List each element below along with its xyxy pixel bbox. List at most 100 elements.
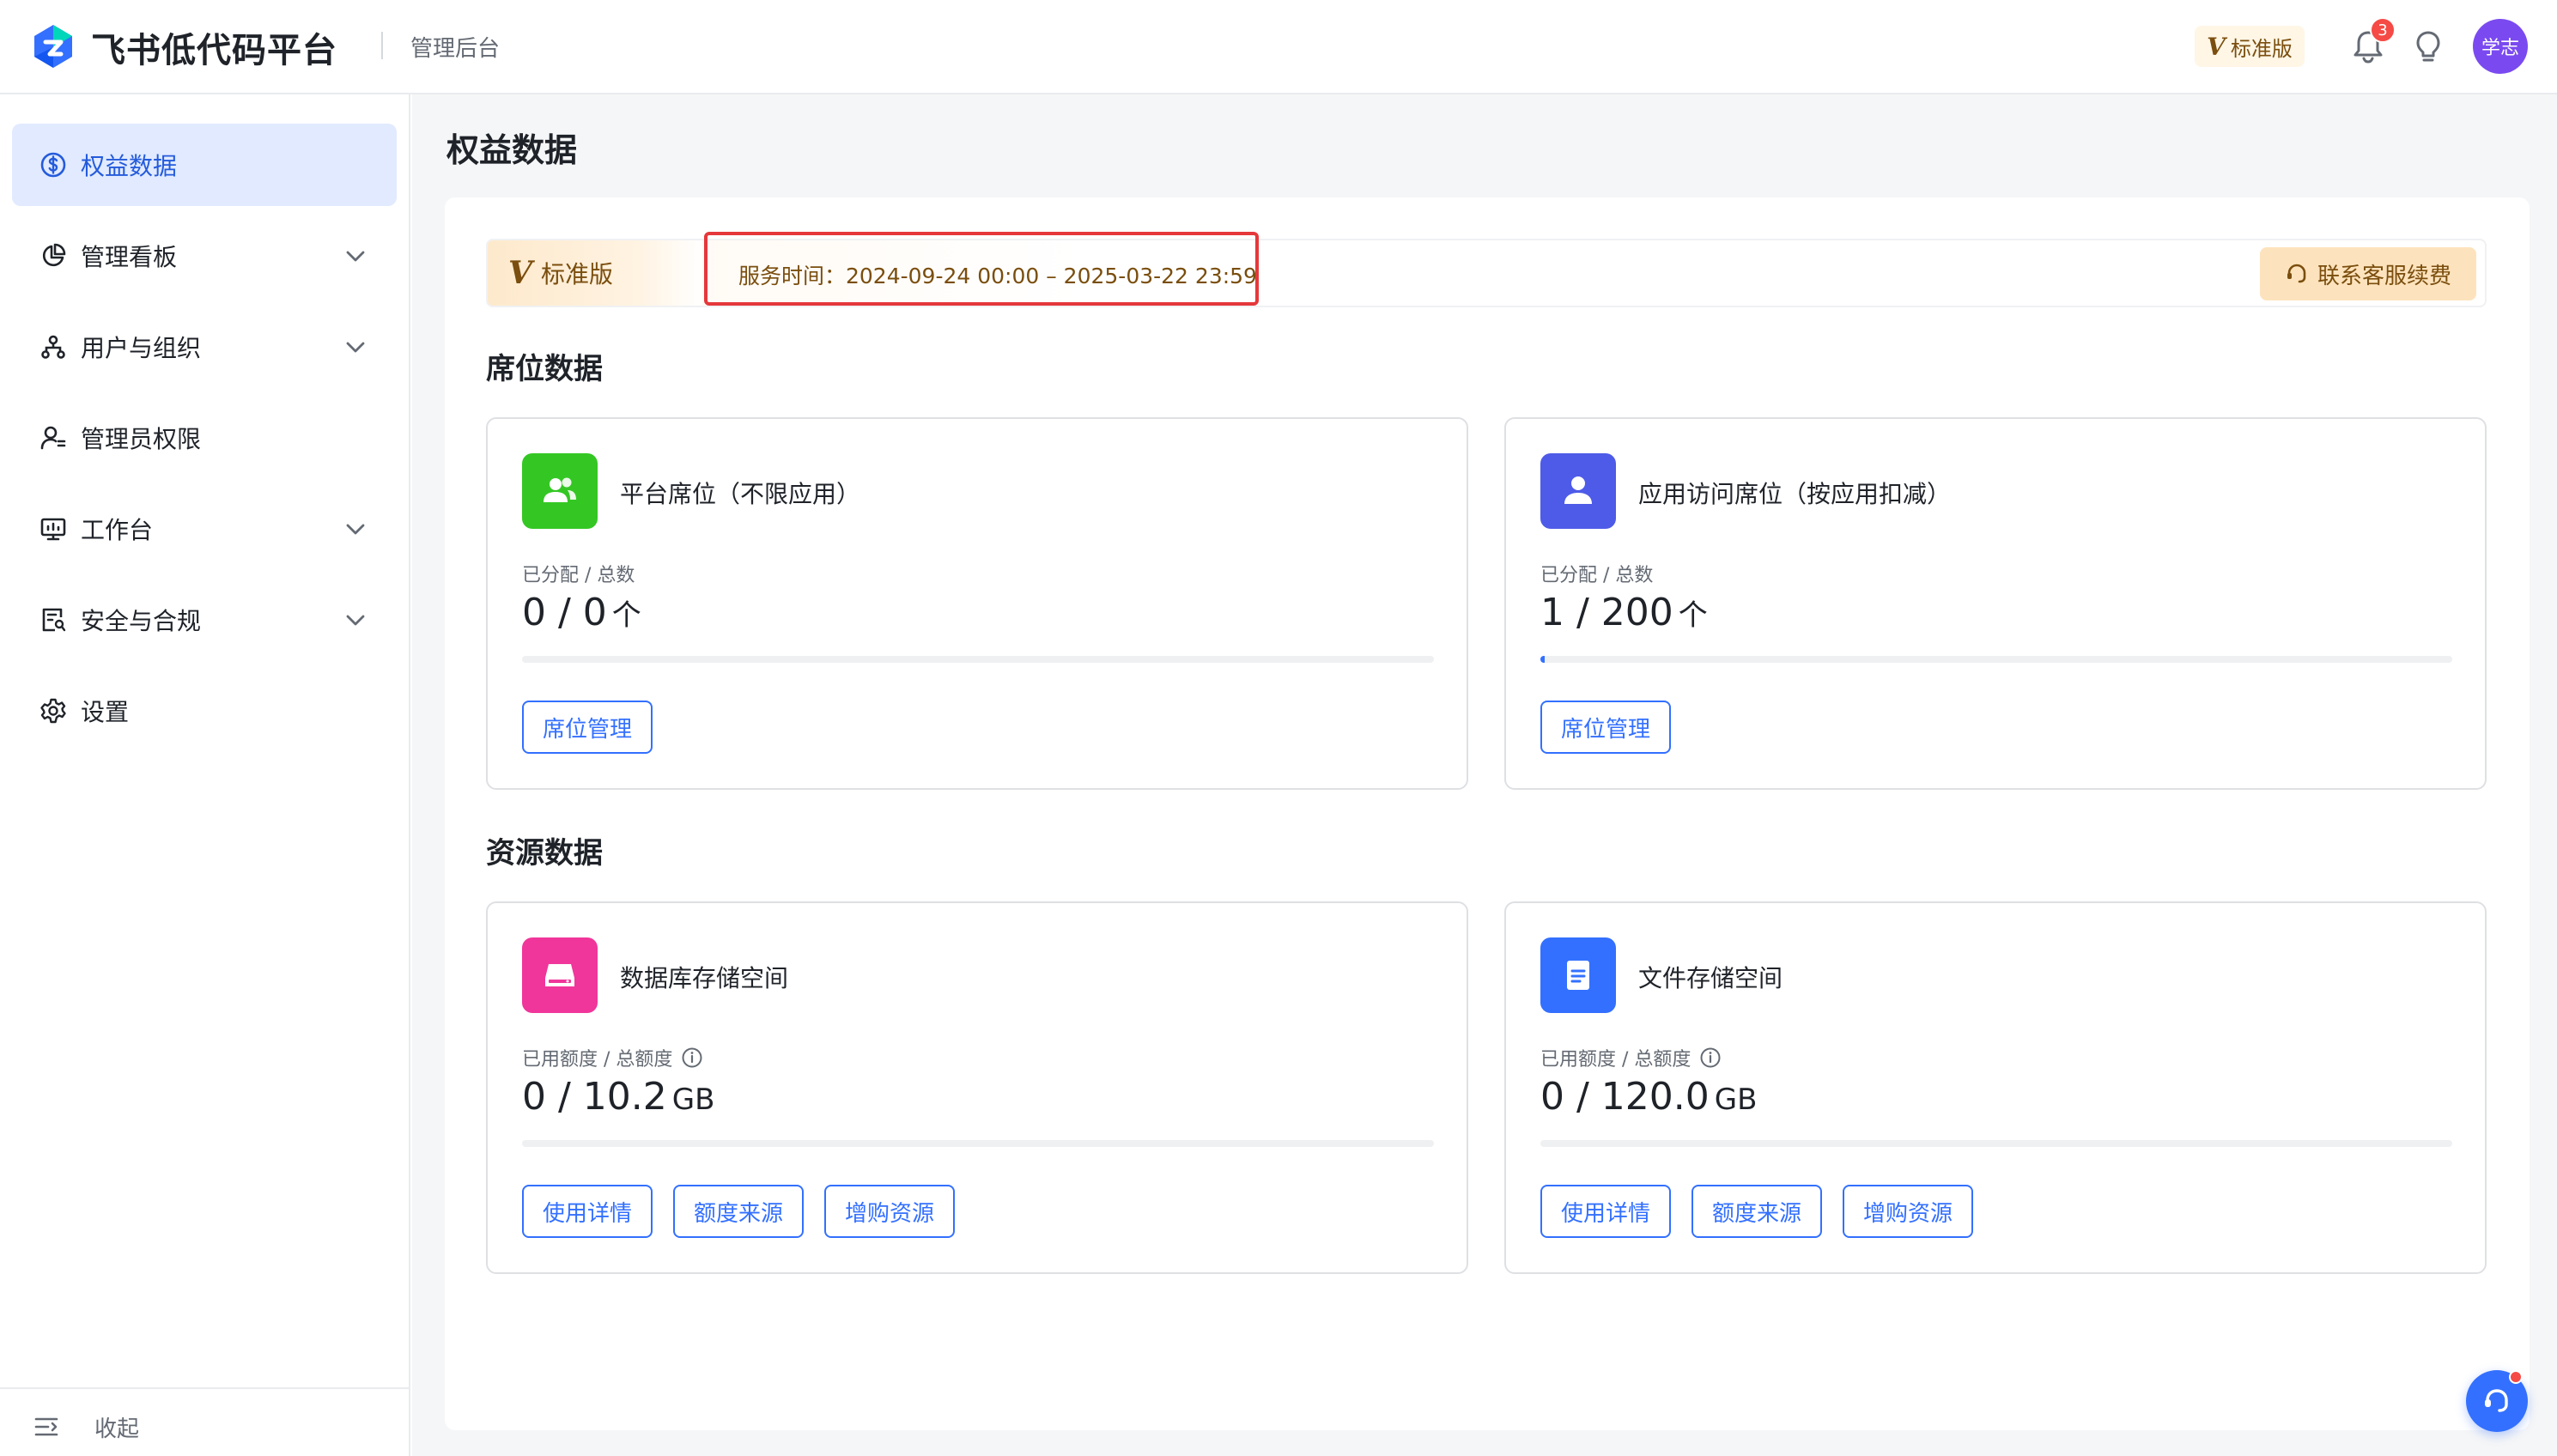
usage-progress-bar <box>1540 656 2452 663</box>
usage-details-button[interactable]: 使用详情 <box>522 1185 653 1238</box>
stat-value-number: 0 / 10.2 <box>522 1075 667 1119</box>
stat-unit: 个 <box>611 598 641 633</box>
app-access-seat-card: 应用访问席位（按应用扣减） 已分配 / 总数 1 / 200 个 席位管理 <box>1504 417 2487 790</box>
platform-seat-card: 平台席位（不限应用） 已分配 / 总数 0 / 0个 席位管理 <box>486 417 1468 790</box>
edition-badge: V 标准版 <box>488 240 702 306</box>
sidebar-item-label: 安全与合规 <box>81 607 202 635</box>
info-icon[interactable] <box>1699 1046 1722 1069</box>
stat-label: 已用额度 / 总额度 <box>1540 1044 1722 1071</box>
seat-section-title: 席位数据 <box>486 352 603 386</box>
sidebar-item-label: 设置 <box>81 698 130 726</box>
app-name[interactable]: 飞书低代码平台 <box>91 22 337 72</box>
sidebar-item-benefits[interactable]: 权益数据 <box>12 124 397 206</box>
sidebar-item-workbench[interactable]: 工作台 <box>12 488 397 570</box>
stat-icon-tile <box>522 453 598 529</box>
database-storage-card: 数据库存储空间 已用额度 / 总额度 0 / 10.2 GB 使用详情 额度来源 … <box>486 901 1468 1274</box>
stat-value: 0 / 0个 <box>522 591 641 634</box>
edition-chip[interactable]: V 标准版 <box>2195 26 2305 67</box>
stat-label-text: 已分配 / 总数 <box>522 565 635 586</box>
contact-renew-button[interactable]: 联系客服续费 <box>2260 247 2476 300</box>
sidebar-item-settings[interactable]: 设置 <box>12 670 397 752</box>
card-actions: 席位管理 <box>522 701 653 754</box>
stat-value-number: 1 / 200 <box>1540 591 1673 634</box>
chevron-down-icon <box>346 615 365 626</box>
org-tree-icon <box>41 335 65 359</box>
card-actions: 使用详情 额度来源 增购资源 <box>1540 1185 1974 1238</box>
stat-label-text: 已用额度 / 总额度 <box>522 1049 673 1071</box>
service-info-bar: V 标准版 服务时间：2024-09-24 00:00 – 2025-03-22… <box>486 239 2487 307</box>
quota-source-button[interactable]: 额度来源 <box>1692 1185 1823 1238</box>
security-doc-icon <box>42 608 66 632</box>
stat-value: 0 / 10.2 GB <box>522 1075 714 1119</box>
header-divider <box>381 32 383 59</box>
stat-name: 应用访问席位（按应用扣减） <box>1638 480 1952 508</box>
monitor-icon <box>40 518 66 541</box>
usage-progress-bar <box>522 656 1434 663</box>
service-time: 服务时间：2024-09-24 00:00 – 2025-03-22 23:59 <box>738 264 1257 288</box>
quota-source-button[interactable]: 额度来源 <box>673 1185 805 1238</box>
stat-value-number: 0 / 120.0 <box>1540 1075 1710 1119</box>
card-actions: 席位管理 <box>1540 701 1672 754</box>
stat-name: 平台席位（不限应用） <box>620 480 861 508</box>
sidebar-item-label: 管理员权限 <box>81 425 202 453</box>
user-avatar[interactable]: 学志 <box>2473 19 2528 74</box>
sidebar-item-label: 管理看板 <box>81 243 178 271</box>
contact-renew-label: 联系客服续费 <box>2317 263 2451 289</box>
users-icon <box>544 477 576 502</box>
stat-unit: 个 <box>1678 598 1708 633</box>
sidebar-item-security[interactable]: 安全与合规 <box>12 579 397 661</box>
chevron-down-icon <box>346 524 365 535</box>
sidebar-item-label: 用户与组织 <box>81 334 202 362</box>
pie-chart-icon <box>42 243 66 267</box>
dollar-circle-icon <box>40 152 66 178</box>
stat-label: 已分配 / 总数 <box>1540 560 1653 587</box>
sidebar-item-label: 权益数据 <box>81 152 178 180</box>
help-notification-dot <box>2509 1370 2523 1384</box>
database-icon <box>545 964 574 986</box>
purchase-resource-button[interactable]: 增购资源 <box>824 1185 956 1238</box>
gear-icon <box>40 698 66 724</box>
stat-label-text: 已分配 / 总数 <box>1540 565 1654 586</box>
header-subtitle: 管理后台 <box>410 36 501 62</box>
info-icon[interactable] <box>681 1046 703 1069</box>
notification-badge: 3 <box>2370 17 2396 43</box>
usage-details-button[interactable]: 使用详情 <box>1540 1185 1672 1238</box>
sidebar: 权益数据 管理看板 用户与组织 管理员权限 工作台 安全与合规 设置 收起 <box>0 94 410 1456</box>
vip-v-icon: V <box>508 255 532 291</box>
collapse-menu-icon[interactable] <box>33 1413 60 1441</box>
app-logo-icon[interactable] <box>31 23 76 70</box>
stat-unit: GB <box>1714 1083 1758 1117</box>
top-header: 飞书低代码平台 管理后台 V 标准版 3 学志 <box>0 0 2557 94</box>
stat-icon-tile <box>1540 453 1616 529</box>
chevron-down-icon <box>346 342 365 353</box>
user-icon <box>1564 476 1592 504</box>
sidebar-item-users-org[interactable]: 用户与组织 <box>12 306 397 388</box>
stat-icon-tile <box>522 937 598 1013</box>
stat-label: 已用额度 / 总额度 <box>522 1044 703 1071</box>
app-root: 飞书低代码平台 管理后台 V 标准版 3 学志 权益数据 管理看板 用户与组织 … <box>0 0 2557 1456</box>
headset-icon <box>2287 264 2306 283</box>
usage-progress-bar <box>522 1140 1434 1147</box>
edition-badge-label: 标准版 <box>540 260 613 288</box>
stat-value: 0 / 120.0 GB <box>1540 1075 1757 1119</box>
lightbulb-icon[interactable] <box>2409 27 2447 65</box>
sidebar-divider <box>0 1387 409 1389</box>
sidebar-item-admin-permissions[interactable]: 管理员权限 <box>12 397 397 479</box>
purchase-resource-button[interactable]: 增购资源 <box>1843 1185 1974 1238</box>
sidebar-item-dashboard[interactable]: 管理看板 <box>12 215 397 297</box>
vip-v-icon: V <box>2207 32 2226 61</box>
collapse-button[interactable]: 收起 <box>94 1411 139 1443</box>
seat-manage-button[interactable]: 席位管理 <box>522 701 653 754</box>
card-actions: 使用详情 额度来源 增购资源 <box>522 1185 956 1238</box>
file-icon <box>1567 961 1589 990</box>
file-storage-card: 文件存储空间 已用额度 / 总额度 0 / 120.0 GB 使用详情 额度来源 … <box>1504 901 2487 1274</box>
stat-label-text: 已用额度 / 总额度 <box>1540 1049 1692 1071</box>
edition-chip-label: 标准版 <box>2230 36 2293 61</box>
stat-value-number: 0 / 0 <box>522 591 607 634</box>
stat-value: 1 / 200 个 <box>1540 591 1708 634</box>
admin-user-icon <box>40 426 66 450</box>
usage-progress-fill <box>1540 656 1546 663</box>
resource-section-title: 资源数据 <box>486 836 603 871</box>
seat-manage-button[interactable]: 席位管理 <box>1540 701 1672 754</box>
stat-name: 数据库存储空间 <box>620 964 789 992</box>
